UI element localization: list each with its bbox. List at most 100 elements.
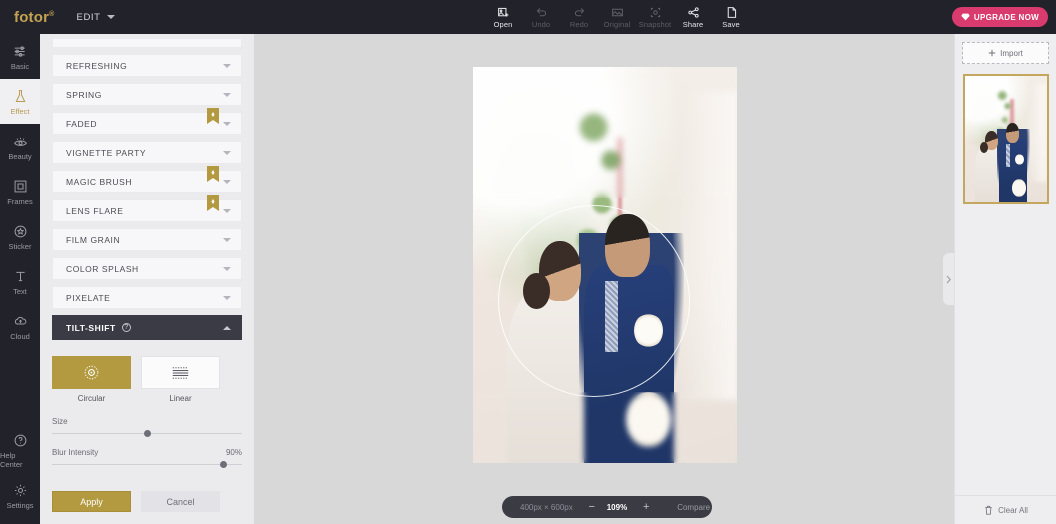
thumbnail-necktie — [1005, 144, 1010, 167]
photo-thumbnail[interactable] — [962, 74, 1049, 204]
chevron-down-icon — [106, 15, 115, 19]
import-button[interactable]: Import — [962, 42, 1049, 64]
effect-category-label: VIGNETTE PARTY — [66, 147, 147, 158]
chevron-down-icon — [223, 208, 231, 213]
circular-tilt-icon — [84, 365, 99, 380]
thumbnail-shelf — [1028, 83, 1047, 182]
right-panel-collapse-handle[interactable] — [943, 253, 954, 305]
size-slider-header: Size — [52, 417, 242, 426]
sidebar-item-basic[interactable]: Basic — [0, 34, 40, 79]
toolbar-save-label: Save — [722, 20, 740, 29]
toolbar-undo-button[interactable]: Undo — [522, 0, 560, 34]
size-slider-track[interactable] — [52, 430, 242, 437]
blur-intensity-slider-label: Blur Intensity — [52, 448, 99, 457]
text-t-icon — [13, 268, 28, 285]
effect-category-tilt-shift[interactable]: TILT-SHIFT ? — [52, 315, 242, 340]
upgrade-now-button[interactable]: UPGRADE NOW — [951, 7, 1048, 27]
top-bar: fotor® EDIT Open Undo Redo Original Snap… — [0, 0, 1056, 34]
share-icon — [687, 5, 700, 19]
clear-all-label: Clear All — [998, 505, 1028, 515]
toolbar-snapshot-button[interactable]: Snapshot — [636, 0, 674, 34]
blur-intensity-slider-track[interactable] — [52, 461, 242, 468]
chevron-down-icon — [223, 295, 231, 300]
effect-category-lens-flare[interactable]: LENS FLARE — [52, 195, 242, 222]
fotor-logo[interactable]: fotor® — [14, 9, 55, 26]
toolbar-redo-button[interactable]: Redo — [560, 0, 598, 34]
effects-panel-scroll[interactable]: REFRESHING SPRING FADED VIGNETTE PARTY M… — [40, 34, 254, 512]
canvas-status-bar: 400px × 600px − 109% + Compare — [502, 496, 712, 518]
sidebar-item-beauty[interactable]: Beauty — [0, 124, 40, 169]
sidebar-item-effect[interactable]: Effect — [0, 79, 40, 124]
toolbar-open-button[interactable]: Open — [484, 0, 522, 34]
photo-blur-bottom — [473, 391, 737, 463]
effect-category-vignette-party[interactable]: VIGNETTE PARTY — [52, 141, 242, 164]
toolbar-original-button[interactable]: Original — [598, 0, 636, 34]
sidebar-item-settings[interactable]: Settings — [0, 473, 40, 518]
size-slider-handle[interactable] — [143, 430, 151, 437]
blur-intensity-slider-value: 90% — [225, 448, 242, 457]
zoom-out-button[interactable]: − — [587, 501, 597, 513]
toolbar-share-button[interactable]: Share — [674, 0, 712, 34]
chevron-down-icon — [223, 150, 231, 155]
toolbar-share-label: Share — [682, 20, 704, 29]
logo-registered-mark: ® — [49, 10, 55, 18]
original-image-icon — [611, 5, 624, 19]
plus-icon — [988, 49, 996, 57]
edit-menu-label: EDIT — [76, 11, 101, 23]
sliders-icon — [13, 43, 28, 60]
chevron-down-icon — [223, 63, 231, 68]
zoom-in-button[interactable]: + — [641, 501, 651, 513]
photo-canvas[interactable] — [473, 67, 737, 463]
effect-category-refreshing[interactable]: REFRESHING — [52, 54, 242, 77]
size-slider-block: Size — [52, 417, 242, 437]
toolbar-original-label: Original — [603, 20, 631, 29]
apply-button[interactable]: Apply — [52, 491, 131, 512]
sidebar-item-sticker[interactable]: Sticker — [0, 214, 40, 259]
tilt-shift-controls: Circular Linear Size Blur Intensity 90% … — [40, 346, 254, 512]
compare-button[interactable]: Compare — [677, 503, 710, 512]
toolbar-save-button[interactable]: Save — [712, 0, 750, 34]
open-image-icon — [497, 5, 510, 19]
effect-category-faded[interactable]: FADED — [52, 108, 242, 135]
effect-category-spring[interactable]: SPRING — [52, 83, 242, 106]
effect-category-label: TILT-SHIFT — [66, 322, 116, 333]
left-sidebar: Basic Effect Beauty Frames Sticker Text … — [0, 34, 40, 524]
edited-photo — [473, 67, 737, 463]
effect-category-label: MAGIC BRUSH — [66, 176, 133, 187]
sidebar-item-help-center[interactable]: Help Center — [0, 428, 40, 473]
effect-category-label: PIXELATE — [66, 292, 111, 303]
question-circle-icon[interactable]: ? — [121, 323, 131, 332]
thumbnail-bouquet — [1012, 179, 1026, 197]
photo-bride-hair-bun — [523, 272, 550, 309]
fotor-editor-window: fotor® EDIT Open Undo Redo Original Snap… — [0, 0, 1056, 524]
edit-menu[interactable]: EDIT — [77, 12, 115, 23]
effect-category-label: FILM GRAIN — [66, 234, 121, 245]
gear-icon — [13, 482, 28, 499]
effect-category-label: COLOR SPLASH — [66, 263, 139, 274]
tilt-shift-mode-linear[interactable] — [141, 356, 220, 389]
cancel-button[interactable]: Cancel — [141, 491, 220, 512]
sidebar-item-cloud[interactable]: Cloud — [0, 304, 40, 349]
frame-icon — [13, 178, 28, 195]
effect-category-film-grain[interactable]: FILM GRAIN — [52, 228, 242, 251]
sidebar-item-text[interactable]: Text — [0, 259, 40, 304]
question-circle-icon — [13, 432, 28, 449]
effect-category-pixelate[interactable]: PIXELATE — [52, 286, 242, 309]
chevron-down-icon — [223, 121, 231, 126]
tilt-shift-mode-circular[interactable] — [52, 356, 131, 389]
photo-boutonniere — [634, 312, 664, 349]
effect-category-color-splash[interactable]: COLOR SPLASH — [52, 257, 242, 280]
sidebar-item-frames[interactable]: Frames — [0, 169, 40, 214]
photo-blur-top — [473, 67, 737, 198]
logo-text: fotor — [14, 8, 50, 26]
effect-category-magic-brush[interactable]: MAGIC BRUSH — [52, 166, 242, 193]
thumbnail-groom-head — [1005, 122, 1020, 143]
cloud-upload-icon — [13, 313, 28, 330]
effect-category-partial-row[interactable] — [52, 38, 242, 48]
effect-category-label: REFRESHING — [66, 60, 128, 71]
blur-intensity-slider-handle[interactable] — [219, 461, 227, 468]
canvas-area[interactable]: 400px × 600px − 109% + Compare — [254, 34, 954, 524]
clear-all-button[interactable]: Clear All — [955, 495, 1056, 524]
thumbnail-boutonniere — [1014, 154, 1024, 166]
chevron-down-icon — [223, 92, 231, 97]
